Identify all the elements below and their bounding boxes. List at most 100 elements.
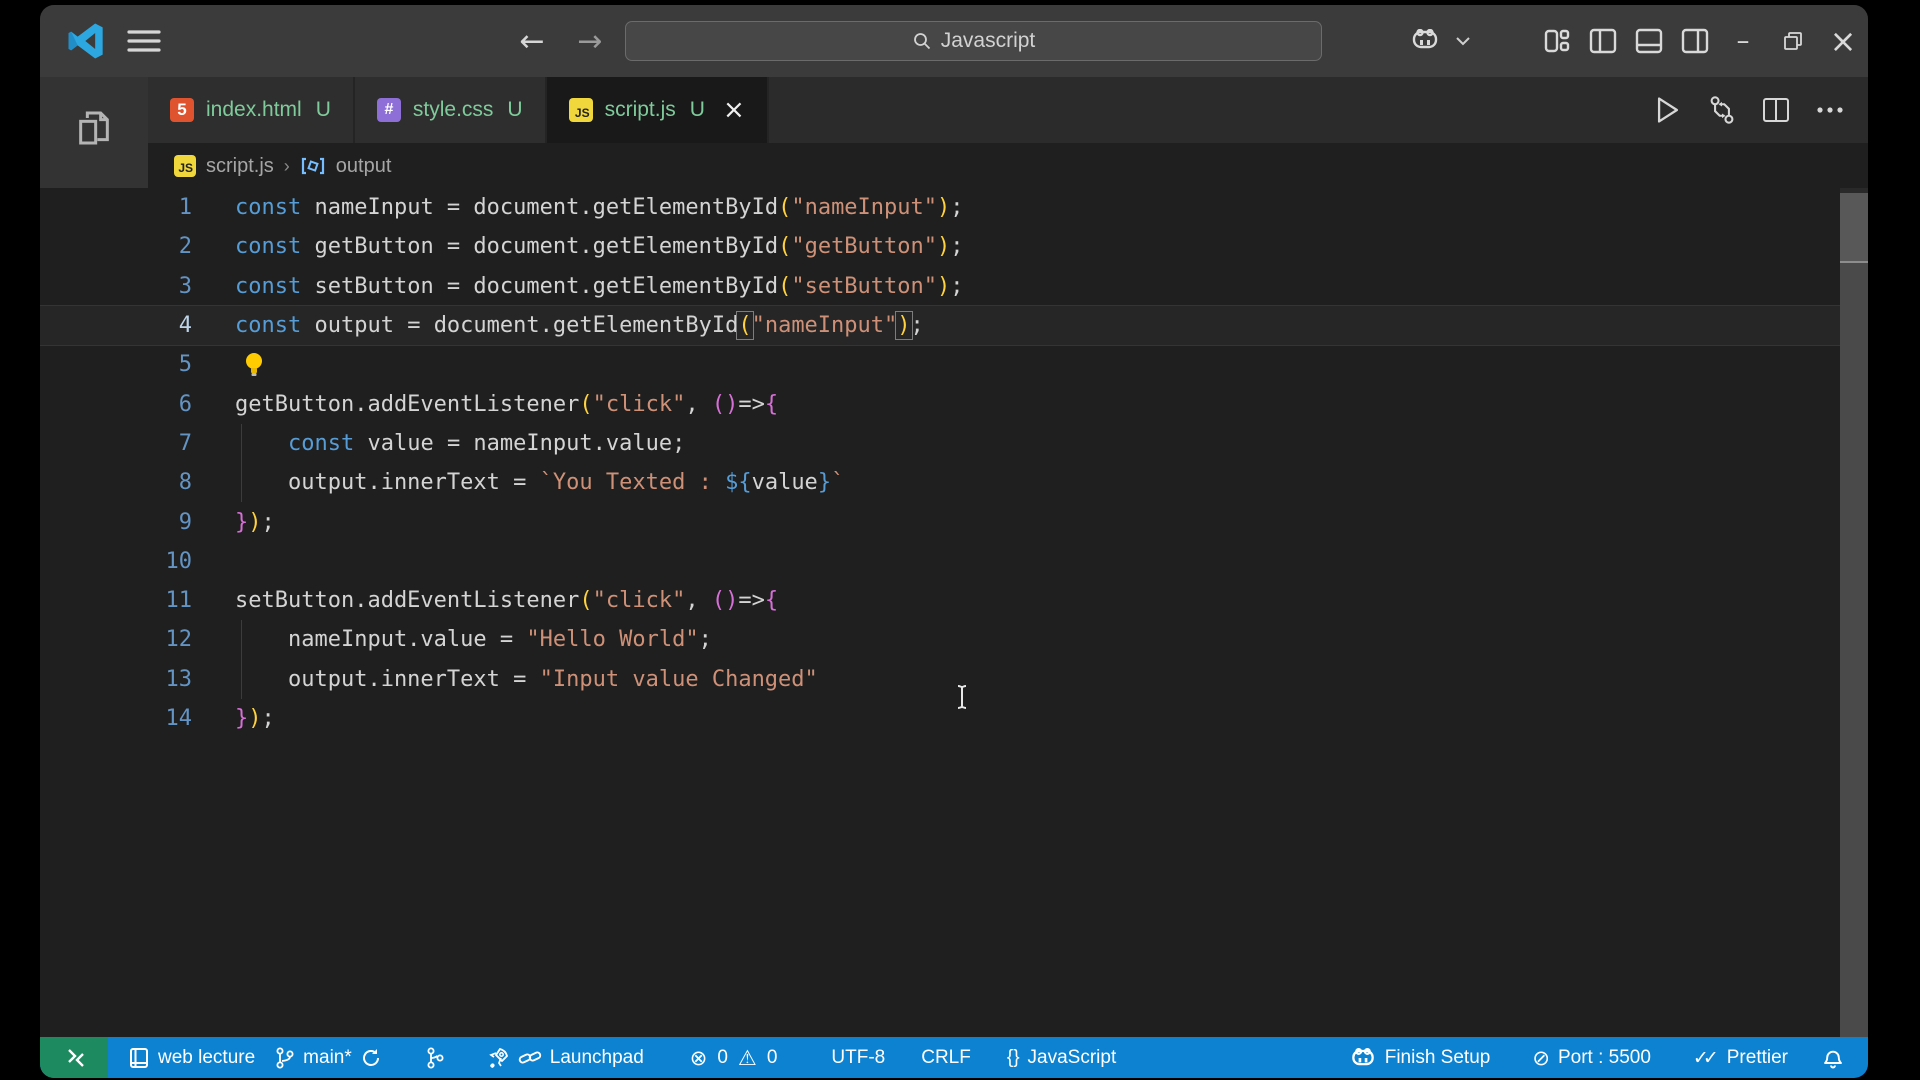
git-branch-icon [276,1047,294,1068]
code-line[interactable]: 9}); [40,502,1840,541]
code-line[interactable]: 10 [40,542,1840,581]
more-actions-button[interactable] [1810,90,1850,130]
workspace-indicator[interactable]: web lecture [118,1037,265,1078]
code-line[interactable]: 5 [40,345,1840,384]
code-text: const setButton = document.getElementByI… [235,273,964,299]
tab-label: script.js [604,98,676,121]
tab-index-html[interactable]: 5 index.html U [148,77,355,143]
js-file-icon: JS [174,155,196,177]
remote-indicator[interactable] [40,1037,108,1078]
code-line[interactable]: 6 getButton.addEventListener("click", ()=… [40,384,1840,423]
book-icon [130,1047,148,1068]
copilot-icon [1412,29,1438,49]
code-line[interactable]: 11 setButton.addEventListener("click", ()… [40,581,1840,620]
circle-slash-icon: ⊘ [1532,1045,1550,1070]
code-line[interactable]: 13 output.innerText = "Input value Chang… [40,659,1840,699]
remote-icon [68,1048,84,1067]
code-lines: 1 const nameInput = document.getElementBy… [40,188,1840,738]
forward-button[interactable]: → [568,19,612,63]
scrollbar-thumb[interactable] [1840,193,1868,1038]
run-file-button[interactable] [1648,90,1688,130]
copilot-menu-chevron[interactable] [1448,18,1478,64]
port-label: Port : 5500 [1557,1046,1651,1068]
back-button[interactable]: ← [510,19,554,63]
vscode-logo-icon [68,23,103,59]
code-line[interactable]: 8 output.innerText = `You Texted : ${val… [40,463,1840,503]
code-text: }); [235,706,275,731]
code-line[interactable]: 12 nameInput.value = "Hello World"; [40,620,1840,660]
tab-close-button[interactable]: × [723,95,745,125]
breadcrumb-symbol[interactable]: output [336,155,392,178]
warnings-count: 0 [766,1046,778,1068]
indent-guide [241,659,242,699]
layout-icon [1544,29,1570,53]
formatter-indicator[interactable]: ✓✓ Prettier [1683,1037,1798,1078]
indent-guide [241,620,242,660]
code-text: const nameInput = document.getElementByI… [235,195,964,221]
line-number: 3 [178,273,192,299]
live-server-port[interactable]: ⊘ Port : 5500 [1522,1037,1661,1078]
tab-label: index.html [206,98,302,121]
tab-style-css[interactable]: # style.css U [354,77,547,143]
tab-script-js[interactable]: JS script.js U × [546,77,769,143]
close-button[interactable]: × [1818,5,1868,77]
launchpad-label: Launchpad [549,1046,644,1068]
copilot-status[interactable]: Finish Setup [1339,1037,1501,1078]
code-text: nameInput.value = "Hello World"; [235,627,712,653]
launchpad-button[interactable]: Launchpad [476,1037,654,1078]
split-editor-button[interactable] [1756,90,1796,130]
code-line[interactable]: 3 const setButton = document.getElementBy… [40,267,1840,306]
compare-changes-icon [1710,96,1734,124]
menu-icon[interactable] [126,27,162,55]
line-number: 13 [165,666,193,692]
language-mode-indicator[interactable]: {} JavaScript [997,1037,1126,1078]
code-line[interactable]: 1 const nameInput = document.getElementBy… [40,188,1840,227]
problems-indicator[interactable]: ⊗ 0 ⚠ 0 [680,1037,788,1078]
code-line[interactable]: 14}); [40,699,1840,738]
line-number: 7 [178,430,192,456]
line-number: 12 [165,627,193,653]
git-graph-button[interactable] [414,1037,456,1078]
code-text: }); [235,509,275,535]
code-line[interactable]: 4 const output = document.getElementById(… [40,305,1840,346]
code-text: const output = document.getElementById("… [235,311,924,341]
code-line[interactable]: 2 const getButton = document.getElementBy… [40,227,1840,266]
code-line[interactable]: 7 const value = nameInput.value; [40,423,1840,464]
breadcrumb-file[interactable]: script.js [206,155,274,178]
search-text: Javascript [940,29,1036,52]
toggle-panel-button[interactable] [1626,18,1672,64]
sidebar-item-explorer[interactable] [40,89,148,167]
git-branch-indicator[interactable]: main* [265,1037,392,1078]
code-text: const getButton = document.getElementByI… [235,234,964,260]
html-file-icon: 5 [170,98,194,122]
code-text: setButton.addEventListener("click", ()=>… [235,588,779,614]
code-editor[interactable]: 1 const nameInput = document.getElementBy… [40,188,1840,1037]
minimize-button[interactable]: – [1718,5,1768,77]
tab-bar: 5 index.html U # style.css U JS script.j… [148,77,1868,143]
eol-label: CRLF [921,1046,971,1068]
statusbar-right: Finish Setup ⊘ Port : 5500 ✓✓ Prettier [1339,1037,1868,1078]
notifications-button[interactable] [1812,1037,1854,1078]
git-status-untracked: U [689,98,705,121]
line-number: 11 [165,588,193,614]
line-number: 2 [178,234,192,260]
sidebar-left-icon [1589,28,1617,54]
customize-layout-button[interactable] [1534,18,1580,64]
eol-indicator[interactable]: CRLF [911,1037,981,1078]
line-number: 1 [178,195,192,221]
command-center-search[interactable]: Javascript [625,21,1322,61]
toggle-secondary-sidebar-button[interactable] [1672,18,1718,64]
restore-button[interactable] [1768,5,1818,77]
encoding-indicator[interactable]: UTF-8 [821,1037,895,1078]
title-bar: ← → Javascript – × [40,5,1868,77]
scrollbar[interactable] [1840,188,1868,1038]
toggle-sidebar-button[interactable] [1580,18,1626,64]
line-number: 9 [178,509,192,535]
play-icon [1657,97,1679,123]
copilot-button[interactable] [1402,18,1448,64]
explorer-icon [79,111,109,145]
lightbulb-icon[interactable] [243,352,265,378]
open-changes-button[interactable] [1702,90,1742,130]
symbol-variable-icon [301,157,324,175]
language-label: JavaScript [1027,1046,1117,1068]
